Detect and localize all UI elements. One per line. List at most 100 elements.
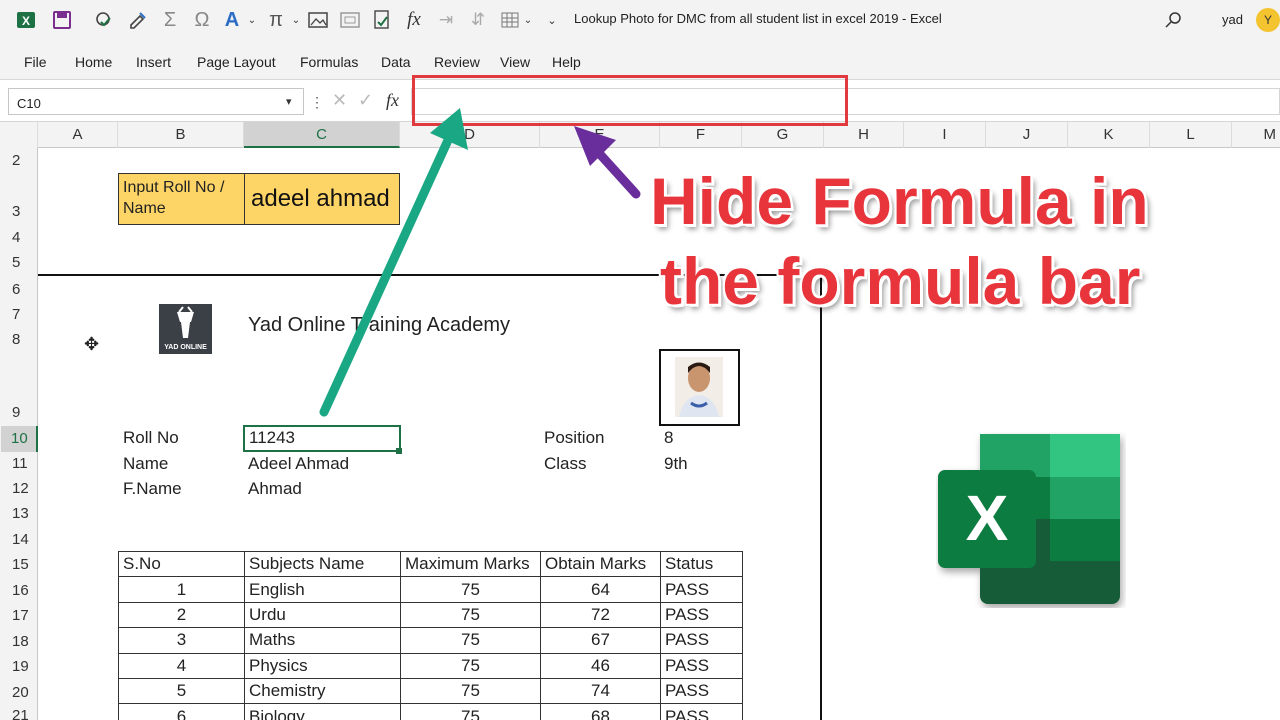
row-header[interactable]: 15 bbox=[0, 556, 38, 573]
table-cell[interactable]: English bbox=[244, 576, 401, 603]
row-header[interactable]: 19 bbox=[0, 658, 38, 675]
table-cell[interactable]: PASS bbox=[660, 601, 743, 629]
more-options-icon[interactable]: ⋮ bbox=[310, 94, 324, 111]
table-cell[interactable]: 67 bbox=[540, 627, 661, 654]
table-cell[interactable]: 72 bbox=[540, 601, 661, 629]
row-header[interactable]: 3 bbox=[0, 203, 38, 220]
table-cell[interactable]: Maths bbox=[244, 627, 401, 654]
image-icon[interactable] bbox=[306, 8, 330, 32]
customize-toolbar-icon[interactable]: ⌄ bbox=[540, 8, 564, 32]
row-header[interactable]: 11 bbox=[0, 455, 38, 472]
column-header-selected[interactable]: C bbox=[244, 122, 400, 148]
row-header[interactable]: 16 bbox=[0, 582, 38, 599]
row-header[interactable]: 18 bbox=[0, 633, 38, 650]
table-cell[interactable]: 3 bbox=[118, 627, 245, 654]
chevron-down-icon[interactable]: ⌄ bbox=[284, 8, 308, 32]
table-cell[interactable]: 6 bbox=[118, 703, 245, 720]
column-header[interactable]: L bbox=[1150, 122, 1232, 148]
row-header[interactable]: 9 bbox=[0, 404, 38, 421]
position-value[interactable]: 8 bbox=[664, 428, 673, 448]
screenshot-icon[interactable] bbox=[338, 8, 362, 32]
table-cell[interactable]: 4 bbox=[118, 652, 245, 679]
trace-arrows-icon[interactable]: ⇵ bbox=[466, 8, 490, 32]
student-photo[interactable] bbox=[659, 349, 740, 426]
table-header[interactable]: S.No bbox=[118, 550, 245, 578]
table-cell[interactable]: PASS bbox=[660, 627, 743, 654]
row-header[interactable]: 2 bbox=[0, 152, 38, 169]
name-box[interactable]: C10 bbox=[8, 88, 304, 115]
row-header[interactable]: 8 bbox=[0, 331, 38, 348]
tab-file[interactable]: File bbox=[24, 54, 47, 70]
column-header[interactable]: J bbox=[986, 122, 1068, 148]
table-cell[interactable]: 5 bbox=[118, 677, 245, 705]
active-cell-c10[interactable] bbox=[243, 425, 401, 452]
table-cell[interactable]: 74 bbox=[540, 677, 661, 705]
table-cell[interactable]: 75 bbox=[400, 576, 541, 603]
row-header[interactable]: 13 bbox=[0, 505, 38, 522]
row-header[interactable]: 14 bbox=[0, 531, 38, 548]
row-header[interactable]: 21 bbox=[0, 707, 38, 720]
table-cell[interactable]: 75 bbox=[400, 677, 541, 705]
table-cell[interactable]: Biology bbox=[244, 703, 401, 720]
table-header[interactable]: Obtain Marks bbox=[540, 550, 661, 578]
tab-page-layout[interactable]: Page Layout bbox=[197, 54, 276, 70]
table-cell[interactable]: 75 bbox=[400, 627, 541, 654]
table-cell[interactable]: Urdu bbox=[244, 601, 401, 629]
table-cell[interactable]: 75 bbox=[400, 703, 541, 720]
remove-arrows-icon[interactable]: ⇥ bbox=[434, 8, 458, 32]
formula-check-icon[interactable] bbox=[370, 8, 394, 32]
cancel-icon[interactable]: ✕ bbox=[332, 90, 347, 111]
table-cell[interactable]: PASS bbox=[660, 576, 743, 603]
row-header[interactable]: 6 bbox=[0, 281, 38, 298]
column-header[interactable]: K bbox=[1068, 122, 1150, 148]
column-header[interactable]: I bbox=[904, 122, 986, 148]
table-cell[interactable]: 1 bbox=[118, 576, 245, 603]
omega-symbol-icon[interactable]: Ω bbox=[190, 8, 214, 32]
user-name[interactable]: yad bbox=[1222, 12, 1243, 27]
table-cell[interactable]: 64 bbox=[540, 576, 661, 603]
row-header[interactable]: 7 bbox=[0, 306, 38, 323]
row-header[interactable]: 5 bbox=[0, 254, 38, 271]
autosum-icon[interactable]: Σ bbox=[158, 8, 182, 32]
tab-review[interactable]: Review bbox=[434, 54, 480, 70]
tab-formulas[interactable]: Formulas bbox=[300, 54, 358, 70]
lookup-label-cell[interactable]: Input Roll No / Name bbox=[118, 173, 245, 225]
table-cell[interactable]: PASS bbox=[660, 677, 743, 705]
table-cell[interactable]: PASS bbox=[660, 703, 743, 720]
row-header[interactable]: 17 bbox=[0, 607, 38, 624]
table-cell[interactable]: Physics bbox=[244, 652, 401, 679]
table-cell[interactable]: Chemistry bbox=[244, 677, 401, 705]
tab-insert[interactable]: Insert bbox=[136, 54, 171, 70]
row-header-selected[interactable]: 10 bbox=[1, 426, 38, 452]
class-value[interactable]: 9th bbox=[664, 454, 688, 474]
format-painter-icon[interactable] bbox=[126, 8, 150, 32]
column-header[interactable]: A bbox=[38, 122, 118, 148]
table-header[interactable]: Subjects Name bbox=[244, 550, 401, 578]
tab-help[interactable]: Help bbox=[552, 54, 581, 70]
chevron-down-icon[interactable]: ▾ bbox=[286, 95, 292, 108]
table-cell[interactable]: PASS bbox=[660, 652, 743, 679]
search-icon[interactable] bbox=[1162, 8, 1186, 32]
fill-handle[interactable] bbox=[396, 448, 402, 454]
avatar[interactable]: Y bbox=[1256, 8, 1280, 32]
column-header[interactable]: B bbox=[118, 122, 244, 148]
tab-home[interactable]: Home bbox=[75, 54, 112, 70]
column-header[interactable]: M bbox=[1232, 122, 1280, 148]
name-value[interactable]: Adeel Ahmad bbox=[248, 454, 349, 474]
father-name-value[interactable]: Ahmad bbox=[248, 479, 302, 499]
table-header[interactable]: Maximum Marks bbox=[400, 550, 541, 578]
spelling-check-icon[interactable] bbox=[92, 8, 116, 32]
row-header[interactable]: 12 bbox=[0, 480, 38, 497]
chevron-down-icon[interactable]: ⌄ bbox=[240, 8, 264, 32]
row-header[interactable]: 20 bbox=[0, 684, 38, 701]
academy-logo[interactable]: YAD ONLINE bbox=[159, 304, 212, 354]
select-all-corner[interactable] bbox=[0, 122, 38, 148]
table-cell[interactable]: 2 bbox=[118, 601, 245, 629]
insert-function-icon[interactable]: fx bbox=[386, 90, 399, 111]
table-cell[interactable]: 75 bbox=[400, 601, 541, 629]
fx-icon[interactable]: fx bbox=[402, 8, 426, 32]
row-header[interactable]: 4 bbox=[0, 229, 38, 246]
tab-view[interactable]: View bbox=[500, 54, 530, 70]
enter-icon[interactable]: ✓ bbox=[358, 90, 373, 111]
table-cell[interactable]: 68 bbox=[540, 703, 661, 720]
